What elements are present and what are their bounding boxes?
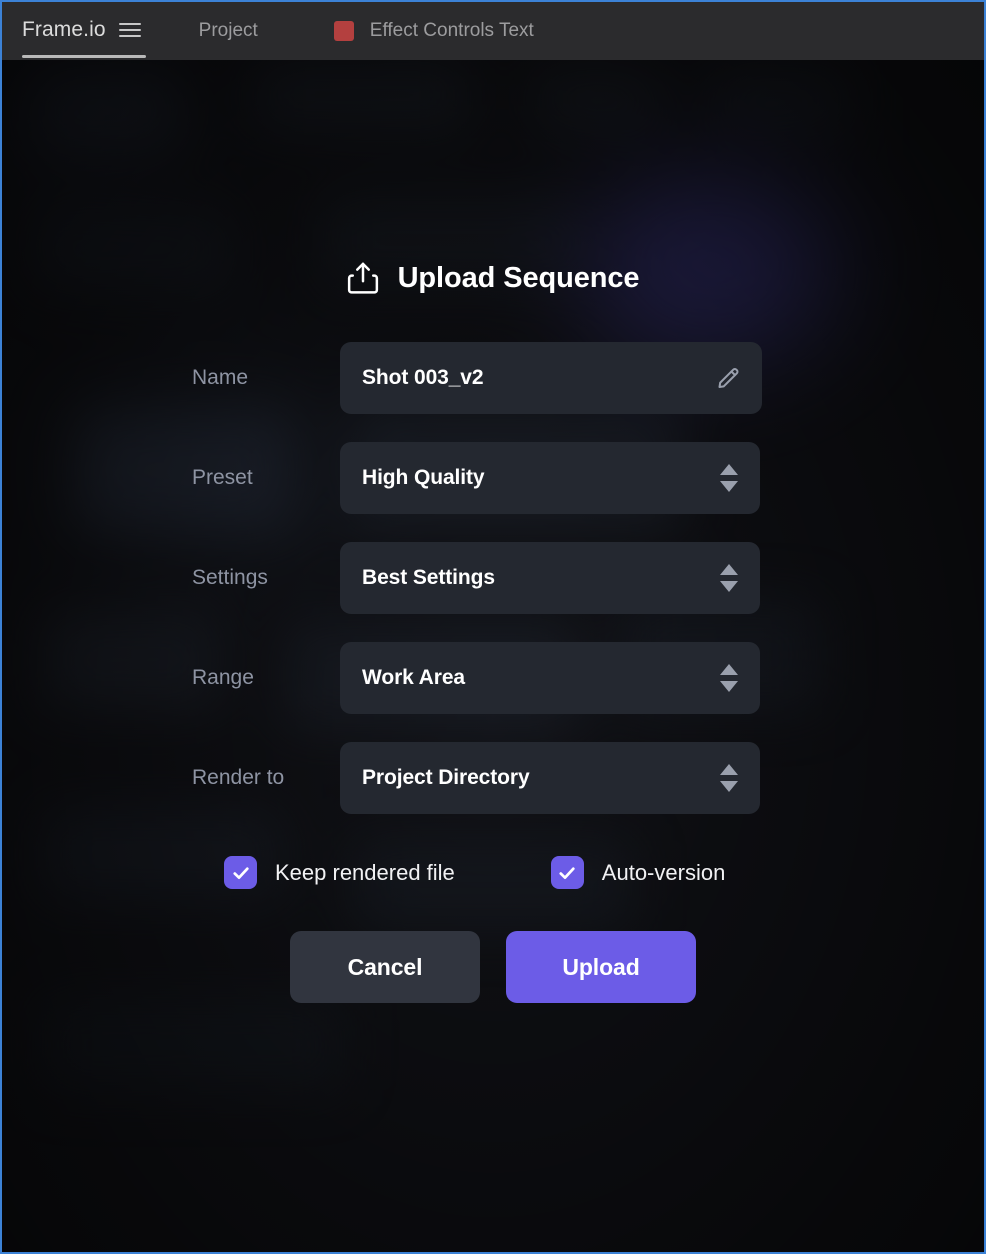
label-range: Range bbox=[192, 666, 254, 689]
name-input-value: Shot 003_v2 bbox=[362, 366, 484, 389]
top-bar: Frame.io Project Effect Controls Text bbox=[2, 2, 984, 60]
name-input[interactable]: Shot 003_v2 bbox=[340, 342, 762, 414]
chevron-down-icon[interactable] bbox=[720, 481, 738, 492]
chevron-up-icon[interactable] bbox=[720, 464, 738, 475]
chevron-down-icon[interactable] bbox=[720, 681, 738, 692]
render-to-select-value: Project Directory bbox=[362, 766, 530, 789]
upload-button[interactable]: Upload bbox=[506, 931, 696, 1003]
form-row-settings: Settings Best Settings bbox=[192, 528, 984, 628]
label-preset: Preset bbox=[192, 466, 253, 489]
brand-label: Frame.io bbox=[22, 18, 106, 41]
label-name: Name bbox=[192, 366, 249, 389]
preset-select-value: High Quality bbox=[362, 466, 485, 489]
range-select[interactable]: Work Area bbox=[340, 642, 760, 714]
dialog-actions: Cancel Upload bbox=[2, 931, 984, 1003]
hamburger-icon[interactable] bbox=[118, 20, 141, 40]
checkbox-checked-icon[interactable] bbox=[224, 856, 257, 889]
application-window: Frame.io Project Effect Controls Text Up… bbox=[0, 0, 986, 1254]
chevron-down-icon[interactable] bbox=[720, 781, 738, 792]
brand-tab-frameio[interactable]: Frame.io bbox=[22, 18, 146, 58]
form-row-preset: Preset High Quality bbox=[192, 428, 984, 528]
form-row-range: Range Work Area bbox=[192, 628, 984, 728]
panel-label: Effect Controls Text bbox=[369, 20, 534, 41]
stepper-icon[interactable] bbox=[720, 464, 738, 492]
settings-form: Name Shot 003_v2 Preset High Quality Set… bbox=[2, 328, 984, 828]
label-render-to: Render to bbox=[192, 766, 285, 789]
stepper-icon[interactable] bbox=[720, 764, 738, 792]
upload-sequence-dialog: Upload Sequence Name Shot 003_v2 Preset … bbox=[2, 60, 984, 1252]
render-to-select[interactable]: Project Directory bbox=[340, 742, 760, 814]
active-tab-underline bbox=[22, 55, 146, 58]
stepper-icon[interactable] bbox=[720, 664, 738, 692]
checkbox-auto-version[interactable]: Auto-version bbox=[550, 856, 726, 889]
checkbox-checked-icon[interactable] bbox=[550, 856, 584, 889]
settings-select[interactable]: Best Settings bbox=[340, 542, 760, 614]
checkbox-label-keep-rendered-file: Keep rendered file bbox=[275, 859, 455, 885]
checkbox-keep-rendered-file[interactable]: Keep rendered file bbox=[224, 856, 455, 889]
settings-select-value: Best Settings bbox=[362, 566, 495, 589]
form-row-name: Name Shot 003_v2 bbox=[192, 328, 984, 428]
chevron-up-icon[interactable] bbox=[720, 764, 738, 775]
chevron-down-icon[interactable] bbox=[720, 581, 738, 592]
checkbox-label-auto-version: Auto-version bbox=[601, 859, 726, 885]
chevron-up-icon[interactable] bbox=[720, 664, 738, 675]
tab-effect-controls-text[interactable]: Effect Controls Text bbox=[333, 20, 534, 42]
stepper-icon[interactable] bbox=[720, 564, 738, 592]
page-title: Upload Sequence bbox=[397, 261, 640, 294]
range-select-value: Work Area bbox=[362, 666, 465, 689]
options-checkbox-group: Keep rendered file Auto-version bbox=[2, 856, 984, 889]
cancel-button[interactable]: Cancel bbox=[290, 931, 480, 1003]
label-settings: Settings bbox=[192, 566, 268, 589]
chevron-up-icon[interactable] bbox=[720, 564, 738, 575]
dialog-title-row: Upload Sequence bbox=[2, 256, 984, 300]
upload-icon bbox=[347, 261, 379, 295]
tab-project[interactable]: Project bbox=[199, 20, 258, 42]
form-row-render-to: Render to Project Directory bbox=[192, 728, 984, 828]
preset-select[interactable]: High Quality bbox=[340, 442, 760, 514]
panel-color-swatch-icon bbox=[333, 21, 354, 41]
